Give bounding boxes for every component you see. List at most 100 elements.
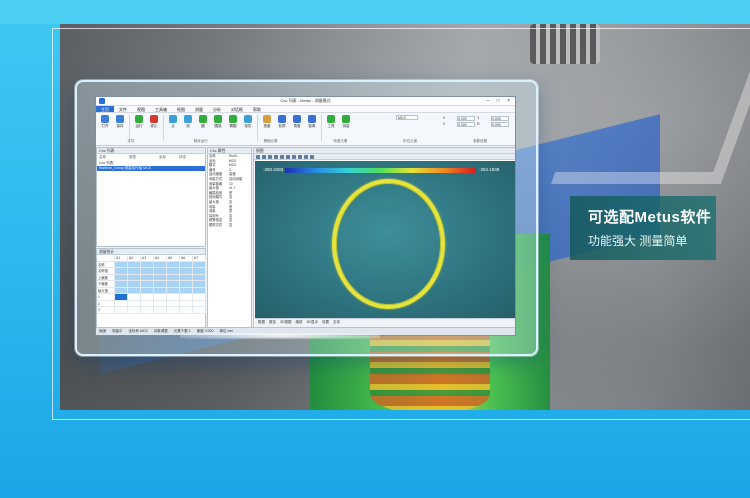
input-field-2[interactable]: 0.000 xyxy=(457,122,475,127)
menu-item-5[interactable]: 测量 xyxy=(190,106,208,112)
ribbon-button-2[interactable]: 运行 xyxy=(133,115,145,133)
3d-viewport[interactable]: -260.2283 -254.1939 xyxy=(255,161,515,319)
view-tab-4[interactable]: 3D显示 xyxy=(306,320,317,327)
ribbon-button-15[interactable]: 测量 xyxy=(340,115,352,133)
promo-panel: 可选配Metus软件 功能强大 测量简单 xyxy=(570,196,716,260)
view-tab-0[interactable]: 数据 xyxy=(258,320,265,327)
title-bar: Cnc 列表 - Metus - 测量模式 – □ × xyxy=(96,97,515,106)
ribbon-label-12: 角度 xyxy=(293,124,301,128)
ribbon-button-8[interactable]: 椭圆 xyxy=(227,115,239,133)
property-row[interactable]: 跟踪文件 否 xyxy=(208,223,251,228)
menu-item-2[interactable]: 视图 xyxy=(132,106,150,112)
select-icon[interactable] xyxy=(286,155,290,159)
ribbon-button-9[interactable]: 矩形 xyxy=(242,115,254,133)
view-tab-3[interactable]: 缩放 xyxy=(295,320,302,327)
ribbon-label-7: 圆弧 xyxy=(214,124,222,128)
ribbon-button-11[interactable]: 轮廓 xyxy=(276,115,288,133)
menu-item-7[interactable]: 对话框 xyxy=(226,106,248,112)
ribbon-label-9: 矩形 xyxy=(244,124,252,128)
measure-cell[interactable] xyxy=(167,307,180,314)
menu-item-6[interactable]: 分析 xyxy=(208,106,226,112)
window-controls[interactable]: – □ × xyxy=(487,98,514,104)
measure-cell[interactable] xyxy=(128,307,141,314)
ribbon-label-2: 运行 xyxy=(135,124,143,128)
menu-item-4[interactable]: 绘图 xyxy=(172,106,190,112)
ribbon-icon-7 xyxy=(214,115,222,123)
measure-cell[interactable] xyxy=(115,307,128,314)
status-item-0: 就绪 xyxy=(99,329,106,333)
menu-bar: 主页 文件 视图 工具箱 绘图 测量 分析 对话框 帮助 xyxy=(96,106,515,113)
ribbon-button-5[interactable]: 线 xyxy=(182,115,194,133)
cnc-list-panel: Cnc 列表 名称 类型 坐标 状态 Cnc 列表 Runtime_Group 测量执行… xyxy=(96,147,206,247)
ribbon-group-2: 基础元素 xyxy=(263,139,278,143)
fit-view-icon[interactable] xyxy=(268,155,272,159)
view-tab-2[interactable]: 3D视图 xyxy=(280,320,291,327)
ribbon-icon-13 xyxy=(308,115,316,123)
ribbon-button-3[interactable]: 停止 xyxy=(148,115,160,133)
menu-item-0[interactable]: 主页 xyxy=(96,106,114,112)
coordinate-select[interactable]: MCS xyxy=(396,115,418,120)
ribbon-icon-8 xyxy=(229,115,237,123)
view-tab-1[interactable]: 报告 xyxy=(269,320,276,327)
measure-cell[interactable] xyxy=(180,307,193,314)
measure-cell[interactable] xyxy=(141,307,154,314)
ribbon-button-13[interactable]: 距离 xyxy=(306,115,318,133)
axis-icon[interactable] xyxy=(298,155,302,159)
ribbon-label-3: 停止 xyxy=(150,124,158,128)
ribbon-icon-6 xyxy=(199,115,207,123)
ribbon-icon-12 xyxy=(293,115,301,123)
ribbon-button-14[interactable]: 工具 xyxy=(325,115,337,133)
input-field-1[interactable]: 0.000 xyxy=(491,116,509,121)
ribbon-group-labels: 文件 程序运行 基础元素 构造元素 形位公差 参数设置 xyxy=(96,139,515,145)
zoom-out-icon[interactable] xyxy=(262,155,266,159)
cnc-list-rows: Cnc 列表 Runtime_Group 测量执行组 MCS xyxy=(97,161,205,171)
input-field-0[interactable]: 0.000 xyxy=(457,116,475,121)
measure-cell[interactable] xyxy=(154,307,167,314)
ribbon-button-10[interactable]: 宽度 xyxy=(261,115,273,133)
ribbon-icon-2 xyxy=(135,115,143,123)
pan-icon[interactable] xyxy=(280,155,284,159)
property-key: 跟踪文件 xyxy=(209,222,223,227)
color-icon[interactable] xyxy=(304,155,308,159)
ribbon-button-4[interactable]: 点 xyxy=(167,115,179,133)
input-field-3[interactable]: 0.000 xyxy=(491,122,509,127)
properties-rows: 名称 Runti... 坐标 MCS 模式 MCS 编号 0 运动速度 高速 测量方式 自动测量 测量距… xyxy=(208,154,251,228)
view-tab-5[interactable]: 设置 xyxy=(322,320,329,327)
scale-max-label: -254.1939 xyxy=(479,167,500,172)
ribbon-group-3: 构造元素 xyxy=(333,139,348,143)
menu-item-3[interactable]: 工具箱 xyxy=(150,106,172,112)
ribbon-button-0[interactable]: 打开 xyxy=(99,115,111,133)
status-item-3: 对象调整 xyxy=(153,329,168,333)
measured-ring-shape xyxy=(332,179,445,309)
ribbon-icon-0 xyxy=(101,115,109,123)
ribbon-button-1[interactable]: 保存 xyxy=(114,115,126,133)
ribbon-group-0: 文件 xyxy=(127,139,135,143)
color-scale-bar xyxy=(285,168,475,173)
menu-item-8[interactable]: 帮助 xyxy=(248,106,266,112)
ribbon-label-6: 圆 xyxy=(201,124,205,128)
zoom-in-icon[interactable] xyxy=(256,155,260,159)
promo-subline: 功能强大 测量简单 xyxy=(588,234,688,248)
ribbon-label-14: 工具 xyxy=(327,124,335,128)
ribbon-separator xyxy=(129,115,130,141)
ribbon-group-1: 程序运行 xyxy=(193,139,208,143)
input-label-1: Y xyxy=(477,116,480,120)
settings-icon[interactable] xyxy=(310,155,314,159)
measure-row-label: 3 xyxy=(97,307,115,314)
tree-row[interactable]: Runtime_Group 测量执行组 MCS xyxy=(97,166,205,171)
ribbon-icon-1 xyxy=(116,115,124,123)
coordinate-inputs: X 0.000 Y 0.000 Z 0.000 R 0.000 xyxy=(443,116,509,127)
ribbon-button-6[interactable]: 圆 xyxy=(197,115,209,133)
grid-icon[interactable] xyxy=(292,155,296,159)
menu-item-1[interactable]: 文件 xyxy=(114,106,132,112)
rotate-icon[interactable] xyxy=(274,155,278,159)
view-tab-6[interactable]: 文本 xyxy=(333,320,340,327)
ribbon-icon-9 xyxy=(244,115,252,123)
ribbon-button-12[interactable]: 角度 xyxy=(291,115,303,133)
measure-cell[interactable] xyxy=(193,307,206,314)
ribbon-button-7[interactable]: 圆弧 xyxy=(212,115,224,133)
input-label-0: X xyxy=(443,116,446,120)
cnc-list-header: 名称 类型 坐标 状态 xyxy=(97,154,205,161)
ribbon-label-11: 轮廓 xyxy=(278,124,286,128)
ribbon-icon-11 xyxy=(278,115,286,123)
